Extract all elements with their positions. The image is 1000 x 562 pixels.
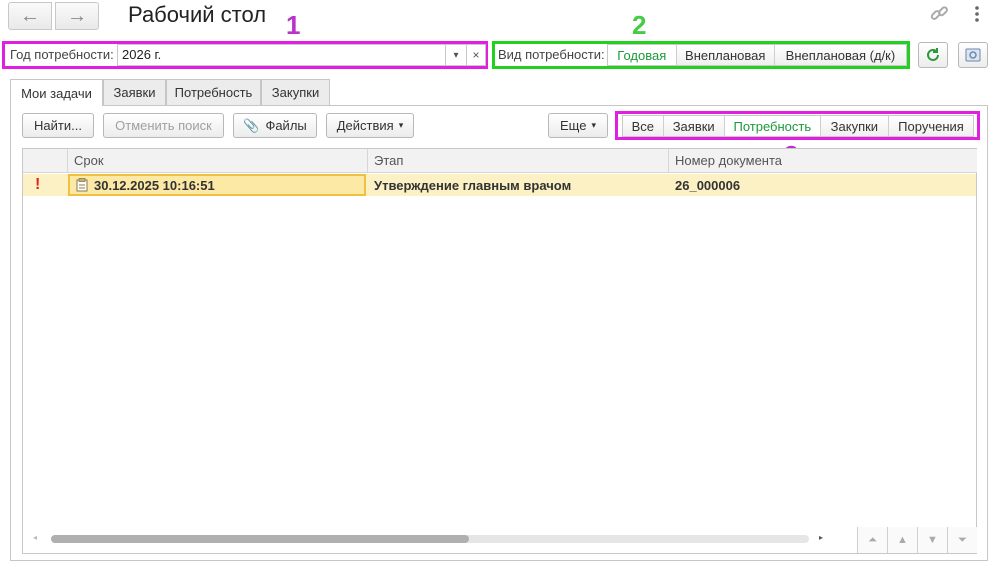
deadline-cell[interactable]: 30.12.2025 10:16:51 bbox=[68, 174, 366, 196]
task-icon bbox=[76, 178, 88, 192]
forward-button[interactable]: → bbox=[55, 2, 99, 30]
tab-purchases[interactable]: Закупки bbox=[261, 79, 330, 105]
scrollbar-thumb[interactable] bbox=[51, 535, 469, 543]
last-row-icon[interactable]: ⏷ bbox=[947, 527, 977, 553]
stage-cell[interactable]: Утверждение главным врачом bbox=[368, 174, 669, 196]
scroll-right-icon[interactable]: ▸ bbox=[819, 533, 827, 543]
filter-option-orders[interactable]: Поручения bbox=[888, 116, 973, 136]
need-type-option-annual[interactable]: Годовая bbox=[608, 45, 677, 65]
chevron-down-icon: ▾ bbox=[591, 120, 596, 130]
deadline-value: 30.12.2025 10:16:51 bbox=[94, 177, 215, 193]
actions-button-label: Действия bbox=[336, 118, 394, 133]
files-button-label: Файлы bbox=[265, 118, 307, 133]
annotation-number: 2 bbox=[632, 10, 647, 40]
files-button[interactable]: 📎 Файлы bbox=[233, 113, 317, 138]
page-title: Рабочий стол bbox=[128, 2, 267, 27]
need-type-label: Вид потребности: bbox=[498, 47, 605, 62]
filter-option-requests[interactable]: Заявки bbox=[663, 116, 725, 136]
actions-button[interactable]: Действия ▾ bbox=[326, 113, 414, 138]
filter-option-need[interactable]: Потребность bbox=[724, 116, 821, 136]
row-navigation: ⏶ ▲ ▼ ⏷ bbox=[857, 527, 977, 553]
arrow-right-icon: → bbox=[67, 4, 87, 27]
first-row-icon[interactable]: ⏶ bbox=[857, 527, 887, 553]
chevron-down-icon: ▾ bbox=[398, 120, 404, 130]
scroll-left-icon[interactable]: ◂ bbox=[33, 533, 41, 543]
task-filter-switch: Все Заявки Потребность Закупки Поручения bbox=[622, 115, 974, 137]
prev-row-icon[interactable]: ▲ bbox=[887, 527, 917, 553]
tab-my-tasks[interactable]: Мои задачи bbox=[10, 79, 103, 106]
find-button[interactable]: Найти... bbox=[22, 113, 94, 138]
priority-flag-icon: ! bbox=[35, 176, 41, 193]
year-filter-label: Год потребности: bbox=[10, 47, 114, 62]
need-type-option-unplanned-dk[interactable]: Внеплановая (д/к) bbox=[774, 45, 906, 65]
column-header-doc-number[interactable]: Номер документа bbox=[669, 149, 977, 173]
need-type-highlight: Вид потребности: Годовая Внеплановая Вне… bbox=[492, 41, 910, 69]
refresh-button[interactable] bbox=[918, 42, 948, 68]
arrow-left-icon: ← bbox=[20, 4, 40, 27]
filter-option-purchases[interactable]: Закупки bbox=[820, 116, 889, 136]
filter-option-all[interactable]: Все bbox=[623, 116, 664, 136]
settings-button[interactable] bbox=[958, 42, 988, 68]
cancel-search-button[interactable]: Отменить поиск bbox=[103, 113, 224, 138]
need-type-option-unplanned[interactable]: Внеплановая bbox=[676, 45, 775, 65]
back-button[interactable]: ← bbox=[8, 2, 52, 30]
paperclip-icon: 📎 bbox=[243, 117, 260, 133]
next-row-icon[interactable]: ▼ bbox=[917, 527, 947, 553]
tab-requests[interactable]: Заявки bbox=[103, 79, 166, 105]
table-row[interactable]: ! 30.12.2025 10:16:51 Утверждение главны… bbox=[23, 174, 976, 196]
tab-need[interactable]: Потребность bbox=[166, 79, 261, 105]
column-header-stage[interactable]: Этап bbox=[368, 149, 669, 173]
refresh-icon bbox=[927, 48, 939, 61]
more-button[interactable]: Еще ▾ bbox=[548, 113, 608, 138]
year-filter-highlight: Год потребности: 2026 г. ▾ × bbox=[2, 41, 488, 69]
horizontal-scrollbar[interactable] bbox=[51, 535, 809, 543]
column-header-flag bbox=[23, 149, 68, 173]
task-filter-highlight: Все Заявки Потребность Закупки Поручения bbox=[615, 111, 980, 140]
doc-number-cell[interactable]: 26_000006 bbox=[669, 174, 977, 196]
window-settings-icon bbox=[965, 48, 981, 62]
need-type-switch: Годовая Внеплановая Внеплановая (д/к) bbox=[607, 44, 907, 66]
year-input[interactable]: 2026 г. bbox=[117, 44, 469, 66]
more-vertical-icon[interactable] bbox=[972, 4, 982, 24]
annotation-number: 1 bbox=[286, 10, 301, 40]
more-button-label: Еще bbox=[560, 118, 587, 133]
chevron-down-icon[interactable]: ▾ bbox=[445, 44, 467, 66]
clear-icon[interactable]: × bbox=[466, 44, 486, 66]
column-header-deadline[interactable]: Срок bbox=[68, 149, 368, 173]
link-icon[interactable] bbox=[928, 4, 952, 24]
tasks-table[interactable]: Срок Этап Номер документа ! 30.12.2025 1… bbox=[22, 148, 977, 554]
